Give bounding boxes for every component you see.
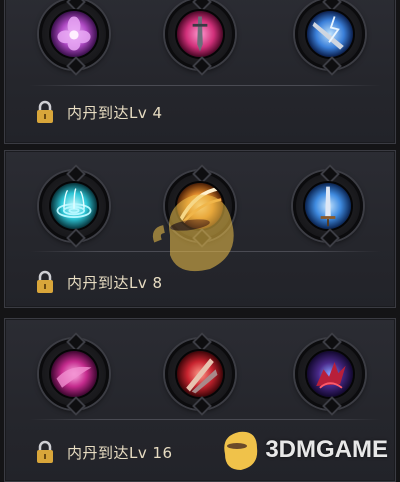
skill-slot[interactable] (295, 339, 365, 409)
lock-icon (35, 270, 55, 294)
skill-slot[interactable] (165, 0, 235, 69)
red-blades-icon (175, 349, 225, 399)
crimson-dragon-icon (305, 349, 355, 399)
skill-row-1: 内丹到达Lv 4 (4, 0, 396, 144)
purple-flower-icon (49, 9, 99, 59)
skill-slot[interactable] (39, 171, 109, 241)
skill-slot[interactable] (295, 0, 365, 69)
skill-slot[interactable] (39, 0, 109, 69)
mascot-watermark-icon (150, 185, 246, 277)
divider (29, 85, 381, 86)
mascot-logo-icon (217, 428, 261, 472)
watermark-text: 3DMGAME (265, 436, 388, 463)
pink-sword-icon (175, 9, 225, 59)
unlock-requirement: 内丹到达Lv 4 (35, 99, 163, 125)
lock-icon (35, 100, 55, 124)
blue-sword-icon (303, 181, 353, 231)
magenta-swirl-icon (49, 349, 99, 399)
unlock-requirement: 内丹到达Lv 8 (35, 269, 163, 295)
lock-icon (35, 440, 55, 464)
skill-slot[interactable] (293, 171, 363, 241)
blue-ripple-icon (49, 181, 99, 231)
unlock-requirement: 内丹到达Lv 16 (35, 439, 173, 465)
unlock-text: 内丹到达Lv 16 (67, 443, 173, 462)
skill-slot[interactable] (39, 339, 109, 409)
unlock-text: 内丹到达Lv 8 (67, 273, 163, 292)
skill-slot[interactable] (165, 339, 235, 409)
unlock-text: 内丹到达Lv 4 (67, 103, 163, 122)
watermark: 3DMGAME (217, 428, 388, 472)
blue-lightning-blade-icon (305, 9, 355, 59)
divider (29, 419, 381, 420)
